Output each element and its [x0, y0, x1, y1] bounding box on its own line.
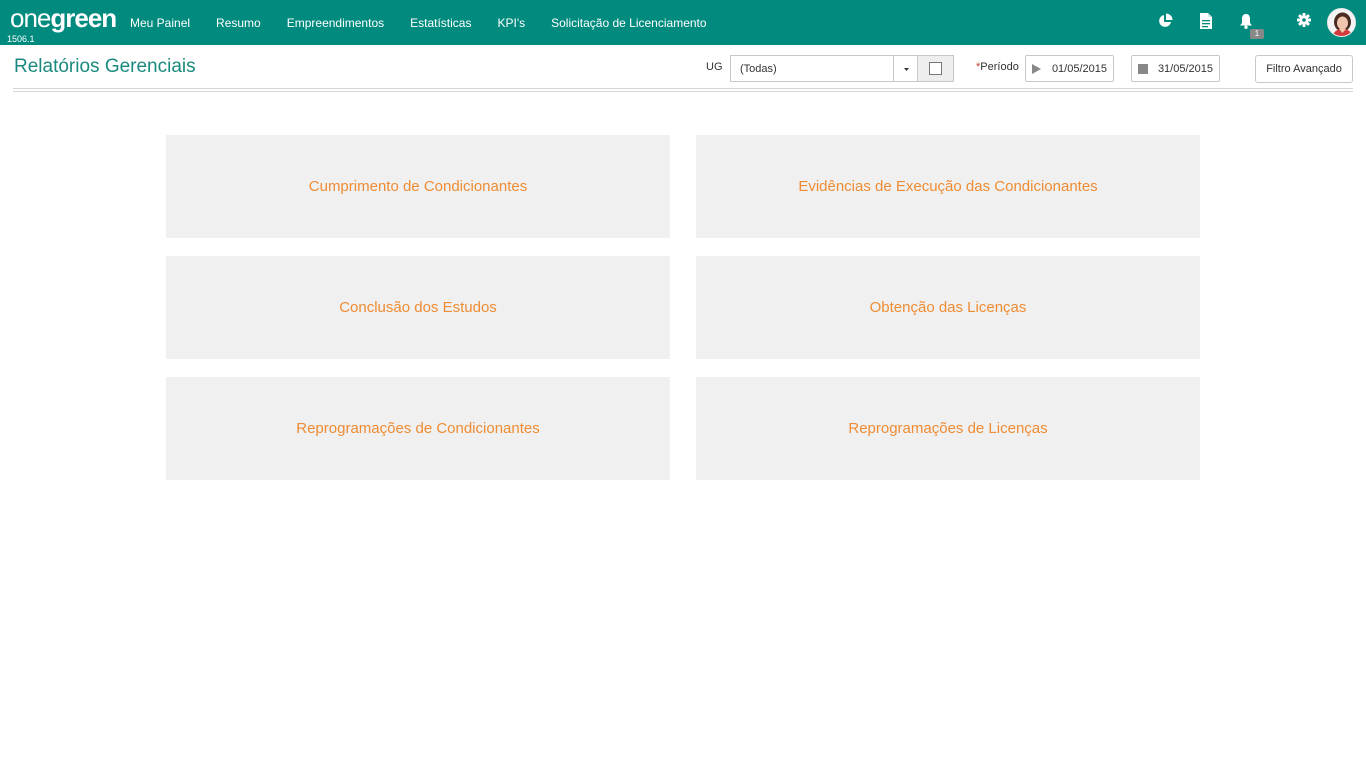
- report-tile-reprogramacoes-licencas[interactable]: Reprogramações de Licenças: [696, 377, 1200, 480]
- ug-label: UG: [706, 61, 723, 73]
- checkbox-icon: [929, 62, 942, 75]
- chevron-down-icon[interactable]: [893, 56, 918, 81]
- play-icon: [1032, 64, 1041, 74]
- onegreen-logo[interactable]: onegreen: [10, 3, 117, 33]
- notification-badge: 1: [1250, 29, 1264, 39]
- start-date-value: 01/05/2015: [1051, 63, 1107, 75]
- report-tile-conclusao-estudos[interactable]: Conclusão dos Estudos: [166, 256, 670, 359]
- header-divider: [13, 88, 1353, 92]
- ug-select-value: (Todas): [740, 63, 777, 75]
- pie-chart-icon[interactable]: [1157, 13, 1175, 31]
- nav-item-solicitacao-licenciamento[interactable]: Solicitação de Licenciamento: [551, 16, 706, 30]
- end-date-field[interactable]: 31/05/2015: [1131, 55, 1220, 82]
- periodo-label: *Período: [976, 61, 1019, 73]
- ug-select-all-toggle[interactable]: [918, 55, 954, 82]
- report-tile-obtencao-licencas[interactable]: Obtenção das Licenças: [696, 256, 1200, 359]
- gear-icon[interactable]: [1297, 13, 1315, 31]
- report-tile-label: Reprogramações de Condicionantes: [296, 420, 540, 437]
- report-tile-label: Cumprimento de Condicionantes: [308, 178, 528, 195]
- document-icon[interactable]: [1199, 13, 1217, 31]
- nav-item-estatisticas[interactable]: Estatísticas: [410, 16, 471, 30]
- report-tile-label: Evidências de Execução das Condicionante…: [798, 178, 1098, 195]
- app-version: 1506.1: [7, 34, 35, 44]
- report-tile-evidencias-execucao[interactable]: Evidências de Execução das Condicionante…: [696, 135, 1200, 238]
- logo-text-one: one: [10, 3, 51, 33]
- report-tile-label: Reprogramações de Licenças: [848, 420, 1048, 437]
- nav-item-empreendimentos[interactable]: Empreendimentos: [287, 16, 384, 30]
- advanced-filter-button[interactable]: Filtro Avançado: [1255, 55, 1353, 83]
- top-navbar: onegreen 1506.1 Meu Painel Resumo Empree…: [0, 0, 1366, 45]
- report-tile-label: Conclusão dos Estudos: [339, 299, 497, 316]
- periodo-label-text: Período: [980, 61, 1019, 73]
- end-date-value: 31/05/2015: [1157, 63, 1213, 75]
- stop-icon: [1138, 64, 1148, 74]
- report-tile-reprogramacoes-condicionantes[interactable]: Reprogramações de Condicionantes: [166, 377, 670, 480]
- page-title: Relatórios Gerenciais: [14, 56, 196, 77]
- nav-item-kpis[interactable]: KPI's: [497, 16, 525, 30]
- nav-item-resumo[interactable]: Resumo: [216, 16, 261, 30]
- report-tile-cumprimento-condicionantes[interactable]: Cumprimento de Condicionantes: [166, 135, 670, 238]
- main-nav: Meu Painel Resumo Empreendimentos Estatí…: [130, 0, 733, 45]
- start-date-field[interactable]: 01/05/2015: [1025, 55, 1114, 82]
- user-avatar[interactable]: [1327, 8, 1356, 37]
- report-tile-label: Obtenção das Licenças: [869, 299, 1027, 316]
- logo-text-green: green: [50, 3, 117, 33]
- nav-item-meu-painel[interactable]: Meu Painel: [130, 16, 190, 30]
- ug-select[interactable]: (Todas): [730, 55, 918, 82]
